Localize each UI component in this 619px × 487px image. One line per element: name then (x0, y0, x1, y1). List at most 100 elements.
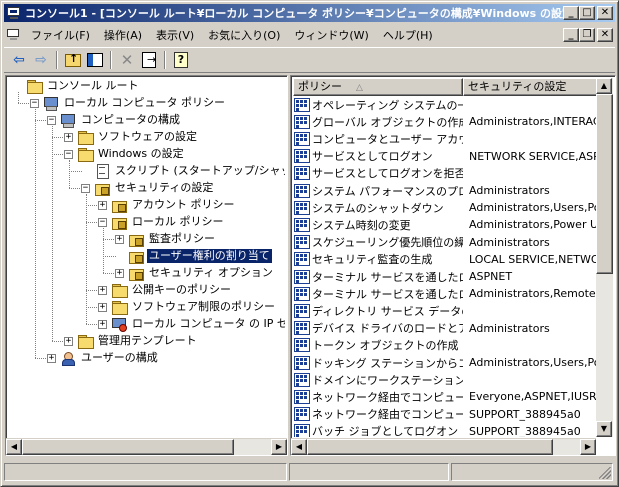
tree-connector (86, 205, 99, 206)
tree-node[interactable]: コンピュータの構成 (60, 112, 182, 128)
policy-row[interactable]: グローバル オブジェクトの作成 Administrators,INTERACTIV… (293, 113, 599, 130)
menu-help[interactable]: ヘルプ(H) (376, 25, 440, 45)
expand-icon[interactable]: + (98, 286, 107, 295)
policy-icon (294, 269, 310, 284)
policy-row[interactable]: デバイス ドライバのロードとアン... Administrators (293, 320, 599, 337)
policy-name: ターミナル サービスを通したログ... (312, 270, 463, 284)
lockfolder-icon (128, 232, 144, 247)
tree-node[interactable]: セキュリティの設定 (94, 180, 215, 196)
tree-node[interactable]: ローカル ポリシー (111, 214, 226, 230)
title-bar[interactable]: コンソール1 - [コンソール ルート¥ローカル コンピュータ ポリシー¥コンピ… (4, 4, 615, 22)
maximize-button[interactable]: □ (579, 6, 595, 20)
scroll-up-button[interactable]: ▲ (596, 78, 612, 94)
up-folder-button[interactable] (62, 49, 84, 71)
tree-node[interactable]: コンソール ルート (26, 78, 141, 94)
tree-node[interactable]: セキュリティ オプション (128, 265, 275, 281)
tree-node[interactable]: ローカル コンピュータ の IP セキュリテ (111, 316, 285, 332)
policy-row[interactable]: ディレクトリ サービス データの... (293, 302, 599, 319)
tree-node[interactable]: ユーザー権利の割り当て (128, 248, 273, 264)
policy-row[interactable]: ドッキング ステーションからコン... Administrators,Users,… (293, 354, 599, 371)
minimize-button[interactable]: _ (563, 6, 579, 20)
policy-cell: ネットワーク経由でコンピュータ... (293, 389, 463, 405)
policy-row[interactable]: バッチ ジョブとしてログオン SUPPORT_388945a0 (293, 423, 599, 437)
scroll-track[interactable] (307, 439, 580, 455)
show-tree-button[interactable] (84, 49, 106, 71)
policy-row[interactable]: システム時刻の変更 Administrators,Power Users (293, 216, 599, 233)
child-minimize-button[interactable]: _ (563, 28, 579, 42)
tree-node[interactable]: ローカル コンピュータ ポリシー (43, 95, 227, 111)
list-vertical-scrollbar[interactable]: ▲ ▼ (596, 78, 613, 437)
policy-row[interactable]: コンピュータとユーザー アカウン... (293, 130, 599, 147)
expand-icon[interactable]: + (115, 235, 124, 244)
policy-row[interactable]: スケジューリング優先順位の繰... Administrators (293, 234, 599, 251)
child-restore-button[interactable]: ❐ (579, 28, 595, 42)
close-button[interactable]: ✕ (597, 6, 613, 20)
scroll-thumb[interactable] (596, 94, 613, 274)
menu-view[interactable]: 表示(V) (149, 25, 201, 45)
scroll-thumb[interactable] (307, 439, 553, 455)
scroll-thumb[interactable] (22, 439, 234, 455)
column-header-security-setting[interactable]: セキュリティの設定 (463, 78, 599, 96)
collapse-icon[interactable]: − (98, 218, 107, 227)
tree-node[interactable]: アカウント ポリシー (111, 197, 237, 213)
collapse-icon[interactable]: − (47, 116, 56, 125)
policy-row[interactable]: サービスとしてログオン NETWORK SERVICE,ASPNET (293, 148, 599, 165)
forward-arrow-icon[interactable]: ⇨ (30, 49, 52, 71)
policy-row[interactable]: オペレーティング システムの一... (293, 96, 599, 113)
tree-node-label: セキュリティの設定 (115, 181, 214, 194)
console-app-icon[interactable] (6, 6, 22, 20)
expand-icon[interactable]: + (98, 303, 107, 312)
menu-favorites[interactable]: お気に入り(O) (201, 25, 287, 45)
tree-node-label: コンピュータの構成 (81, 113, 180, 126)
policy-row[interactable]: ターミナル サービスを通したログ... Administrators,Remote… (293, 285, 599, 302)
scroll-track[interactable] (596, 94, 613, 421)
back-arrow-icon[interactable]: ⇦ (8, 49, 30, 71)
expand-icon[interactable]: + (115, 269, 124, 278)
scroll-right-button[interactable]: ▶ (271, 439, 287, 455)
tree-node-label: ソフトウェア制限のポリシー (132, 300, 275, 313)
policy-row[interactable]: ネットワーク経由でコンピュータ... Everyone,ASPNET,IUSR_R (293, 388, 599, 405)
expand-icon[interactable]: + (47, 354, 56, 363)
expand-icon[interactable]: + (64, 337, 73, 346)
scroll-down-button[interactable]: ▼ (596, 421, 612, 437)
tree-node[interactable]: Windows の設定 (77, 146, 186, 162)
policy-row[interactable]: トークン オブジェクトの作成 (293, 337, 599, 354)
list-horizontal-scrollbar[interactable]: ◀ ▶ (291, 438, 596, 455)
policy-row[interactable]: サービスとしてログオンを拒否す... (293, 165, 599, 182)
menu-action[interactable]: 操作(A) (97, 25, 149, 45)
scroll-right-button[interactable]: ▶ (580, 439, 596, 455)
menu-window[interactable]: ウィンドウ(W) (287, 25, 375, 45)
tree-node[interactable]: 監査ポリシー (128, 231, 217, 247)
column-header-policy[interactable]: ポリシー △ (293, 78, 463, 96)
tree-node[interactable]: 管理用テンプレート (77, 333, 199, 349)
resize-grip-icon[interactable] (599, 467, 611, 479)
scroll-track[interactable] (22, 439, 271, 455)
menu-file[interactable]: ファイル(F) (24, 25, 97, 45)
document-window-icon[interactable] (6, 27, 22, 43)
policy-row[interactable]: ネットワーク経由でコンピュータ... SUPPORT_388945a0 (293, 406, 599, 423)
collapse-icon[interactable]: − (81, 184, 90, 193)
policy-row[interactable]: システムのシャットダウン Administrators,Users,Power (293, 199, 599, 216)
collapse-icon[interactable]: − (30, 99, 39, 108)
tree-node[interactable]: 公開キーのポリシー (111, 282, 233, 298)
policy-row[interactable]: ターミナル サービスを通したログ... ASPNET (293, 268, 599, 285)
expand-icon[interactable]: + (98, 320, 107, 329)
child-close-button[interactable]: ✕ (597, 28, 613, 42)
scroll-left-button[interactable]: ◀ (291, 439, 307, 455)
expand-icon[interactable]: + (64, 133, 73, 142)
tree-node[interactable]: ソフトウェアの設定 (77, 129, 199, 145)
policy-cell: セキュリティ監査の生成 (293, 251, 463, 267)
collapse-icon[interactable]: − (64, 150, 73, 159)
policy-row[interactable]: システム パフォーマンスのプロフ... Administrators (293, 182, 599, 199)
tree-node[interactable]: ユーザーの構成 (60, 350, 160, 366)
policy-row[interactable]: ドメインにワークステーションを... (293, 371, 599, 388)
expand-icon[interactable]: + (98, 201, 107, 210)
tree-node[interactable]: ソフトウェア制限のポリシー (111, 299, 277, 315)
help-button[interactable]: ? (170, 49, 192, 71)
delete-icon[interactable]: ✕ (116, 49, 138, 71)
scroll-left-button[interactable]: ◀ (6, 439, 22, 455)
tree-node[interactable]: スクリプト (スタートアップ/シャットダウン) (94, 163, 285, 179)
policy-row[interactable]: セキュリティ監査の生成 LOCAL SERVICE,NETWORK (293, 251, 599, 268)
tree-horizontal-scrollbar[interactable]: ◀ ▶ (6, 438, 287, 455)
export-list-button[interactable] (138, 49, 160, 71)
